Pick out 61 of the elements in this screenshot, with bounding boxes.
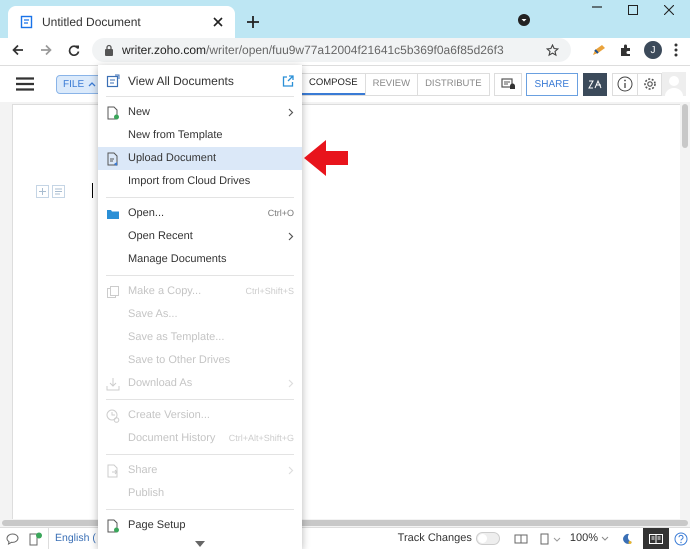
comment-icon[interactable] (6, 532, 19, 544)
menu-item[interactable]: Open... Ctrl+O (98, 202, 302, 225)
bell-icon (500, 78, 515, 90)
caret-icon (88, 81, 96, 87)
menu-item[interactable]: Upload Document (98, 147, 302, 170)
pencil-icon[interactable] (591, 43, 607, 57)
maximize-icon[interactable] (628, 5, 638, 15)
track-changes-toggle[interactable] (476, 532, 500, 545)
reading-mode-button[interactable] (643, 528, 669, 549)
layout-icon[interactable] (514, 532, 528, 544)
info-icon (617, 76, 633, 92)
lock-icon (104, 44, 114, 56)
document-icon (20, 15, 34, 29)
document-status-icon[interactable] (29, 532, 43, 546)
track-changes-label: Track Changes (398, 531, 472, 546)
page-setup-icon (106, 518, 120, 532)
new-tab-icon[interactable] (247, 16, 259, 28)
zoom-selector[interactable]: 100% (570, 530, 609, 547)
upload-document-icon (106, 152, 120, 166)
notifications-button[interactable] (494, 72, 522, 96)
download-icon (106, 376, 120, 390)
menu-item[interactable]: Manage Documents (98, 248, 302, 271)
scroll-down-icon[interactable] (195, 541, 205, 547)
address-bar[interactable]: writer.zoho.com/writer/open/fuu9w77a12004f21641c5b369f0a6f85d26f3 (92, 38, 571, 62)
extensions-icon[interactable] (619, 44, 632, 56)
language-selector[interactable]: English ( (48, 528, 96, 549)
help-icon[interactable] (674, 532, 688, 546)
more-icon[interactable] (674, 43, 678, 57)
menu-item[interactable]: New (98, 101, 302, 124)
scrollbar-thumb[interactable] (682, 104, 688, 148)
mode-tab[interactable]: REVIEW (364, 74, 418, 94)
book-icon (649, 534, 663, 544)
version-icon (106, 408, 120, 422)
close-icon[interactable] (213, 17, 223, 27)
moon-icon[interactable] (621, 532, 633, 544)
text-cursor (92, 183, 93, 198)
close-icon[interactable] (664, 5, 674, 15)
menu-item[interactable]: New from Template (98, 124, 302, 147)
share-button[interactable]: SHARE (526, 72, 578, 96)
assistant-icon (588, 79, 602, 89)
mode-tab[interactable]: DISTRIBUTE (417, 74, 489, 94)
settings-icon (642, 77, 656, 91)
menu-item[interactable]: Open Recent (98, 225, 302, 248)
browser-tab[interactable]: Untitled Document (8, 6, 235, 38)
reload-icon[interactable] (68, 44, 80, 56)
annotation-arrow (304, 140, 348, 176)
menu-icon[interactable] (16, 77, 34, 91)
caret-icon (601, 536, 609, 542)
menu-item[interactable]: Page Setup (98, 514, 302, 537)
forward-icon[interactable] (40, 44, 52, 56)
menu-item[interactable]: Import from Cloud Drives (98, 170, 302, 193)
share-document-icon (106, 464, 120, 478)
dropdown-icon[interactable] (518, 14, 530, 26)
copy-icon (106, 284, 120, 298)
documents-icon (106, 74, 120, 88)
new-document-icon (106, 106, 120, 120)
star-icon[interactable] (546, 44, 559, 56)
page-view-icon[interactable] (540, 532, 562, 544)
profile-avatar[interactable]: J (644, 41, 662, 59)
assistant-button[interactable] (583, 72, 607, 96)
back-icon[interactable] (12, 44, 24, 56)
